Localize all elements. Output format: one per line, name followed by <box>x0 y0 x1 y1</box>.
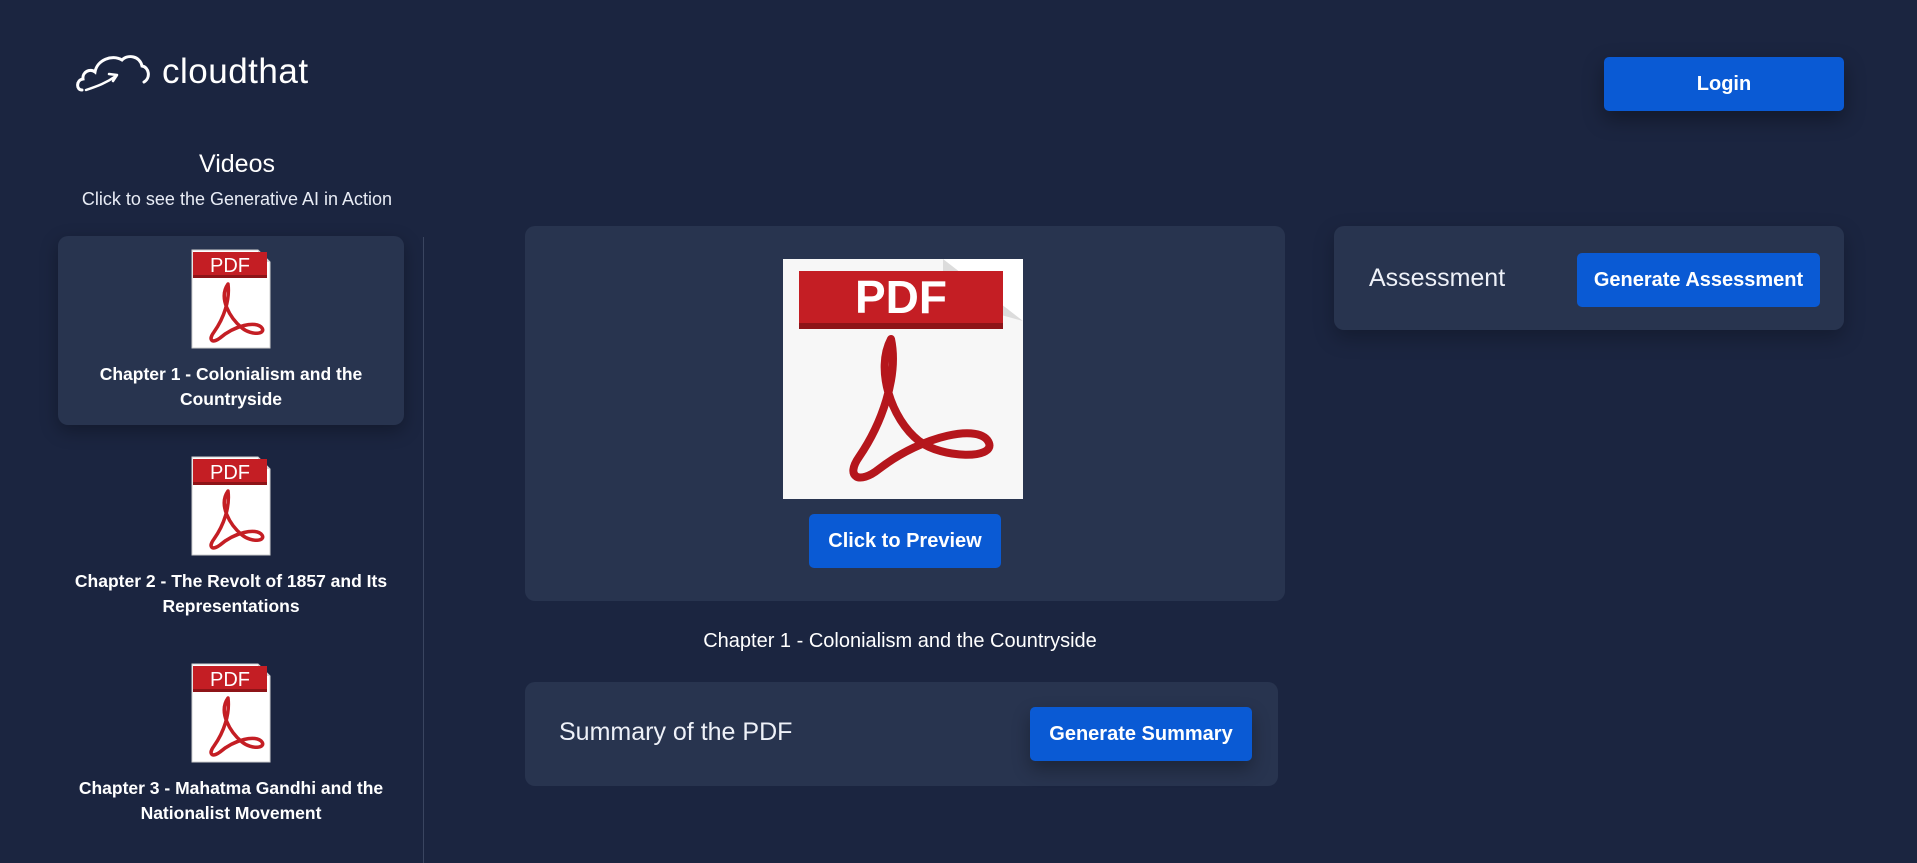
preview-button[interactable]: Click to Preview <box>809 514 1001 568</box>
pdf-icon: PDF <box>191 456 271 556</box>
pdf-preview-image[interactable]: PDF <box>783 259 1023 499</box>
preview-panel: PDF Click to Preview <box>525 226 1285 601</box>
assessment-label: Assessment <box>1369 264 1506 292</box>
summary-label: Summary of the PDF <box>559 718 793 746</box>
logo[interactable]: cloudthat <box>76 50 309 94</box>
cloud-logo-icon <box>76 55 150 92</box>
generate-assessment-button[interactable]: Generate Assessment <box>1577 253 1820 307</box>
summary-panel: Summary of the PDF Generate Summary <box>525 682 1278 786</box>
logo-text: cloudthat <box>162 52 309 91</box>
preview-caption: Chapter 1 - Colonialism and the Countrys… <box>703 630 1097 652</box>
svg-text:PDF: PDF <box>210 255 250 277</box>
svg-text:PDF: PDF <box>210 669 250 691</box>
pdf-icon: PDF <box>191 663 271 763</box>
sidebar-item-chapter-3[interactable]: PDF Chapter 3 - Mahatma Gandhi and the N… <box>58 650 404 839</box>
sidebar-item-chapter-2[interactable]: PDF Chapter 2 - The Revolt of 1857 and I… <box>58 443 404 632</box>
sidebar-header: Videos Click to see the Generative AI in… <box>60 150 414 210</box>
sidebar-item-chapter-1[interactable]: PDF Chapter 1 - Colonialism and the Coun… <box>58 236 404 425</box>
sidebar-list: PDF Chapter 1 - Colonialism and the Coun… <box>58 236 404 857</box>
pdf-badge-text: PDF <box>855 271 947 323</box>
sidebar-subtitle: Click to see the Generative AI in Action <box>81 189 393 209</box>
pdf-icon: PDF <box>191 249 271 349</box>
login-button[interactable]: Login <box>1604 57 1844 111</box>
pdf-icon: PDF <box>783 259 1023 499</box>
page: cloudthat Login Videos Click to see the … <box>0 0 1917 863</box>
sidebar-item-label: Chapter 1 - Colonialism and the Countrys… <box>99 364 363 409</box>
generate-summary-button[interactable]: Generate Summary <box>1030 707 1252 761</box>
sidebar-item-label: Chapter 2 - The Revolt of 1857 and Its R… <box>74 571 388 616</box>
svg-text:PDF: PDF <box>210 462 250 484</box>
sidebar-divider <box>423 237 424 863</box>
sidebar-title: Videos <box>199 150 275 178</box>
sidebar-item-label: Chapter 3 - Mahatma Gandhi and the Natio… <box>78 778 384 823</box>
assessment-panel: Assessment Generate Assessment <box>1334 226 1844 330</box>
